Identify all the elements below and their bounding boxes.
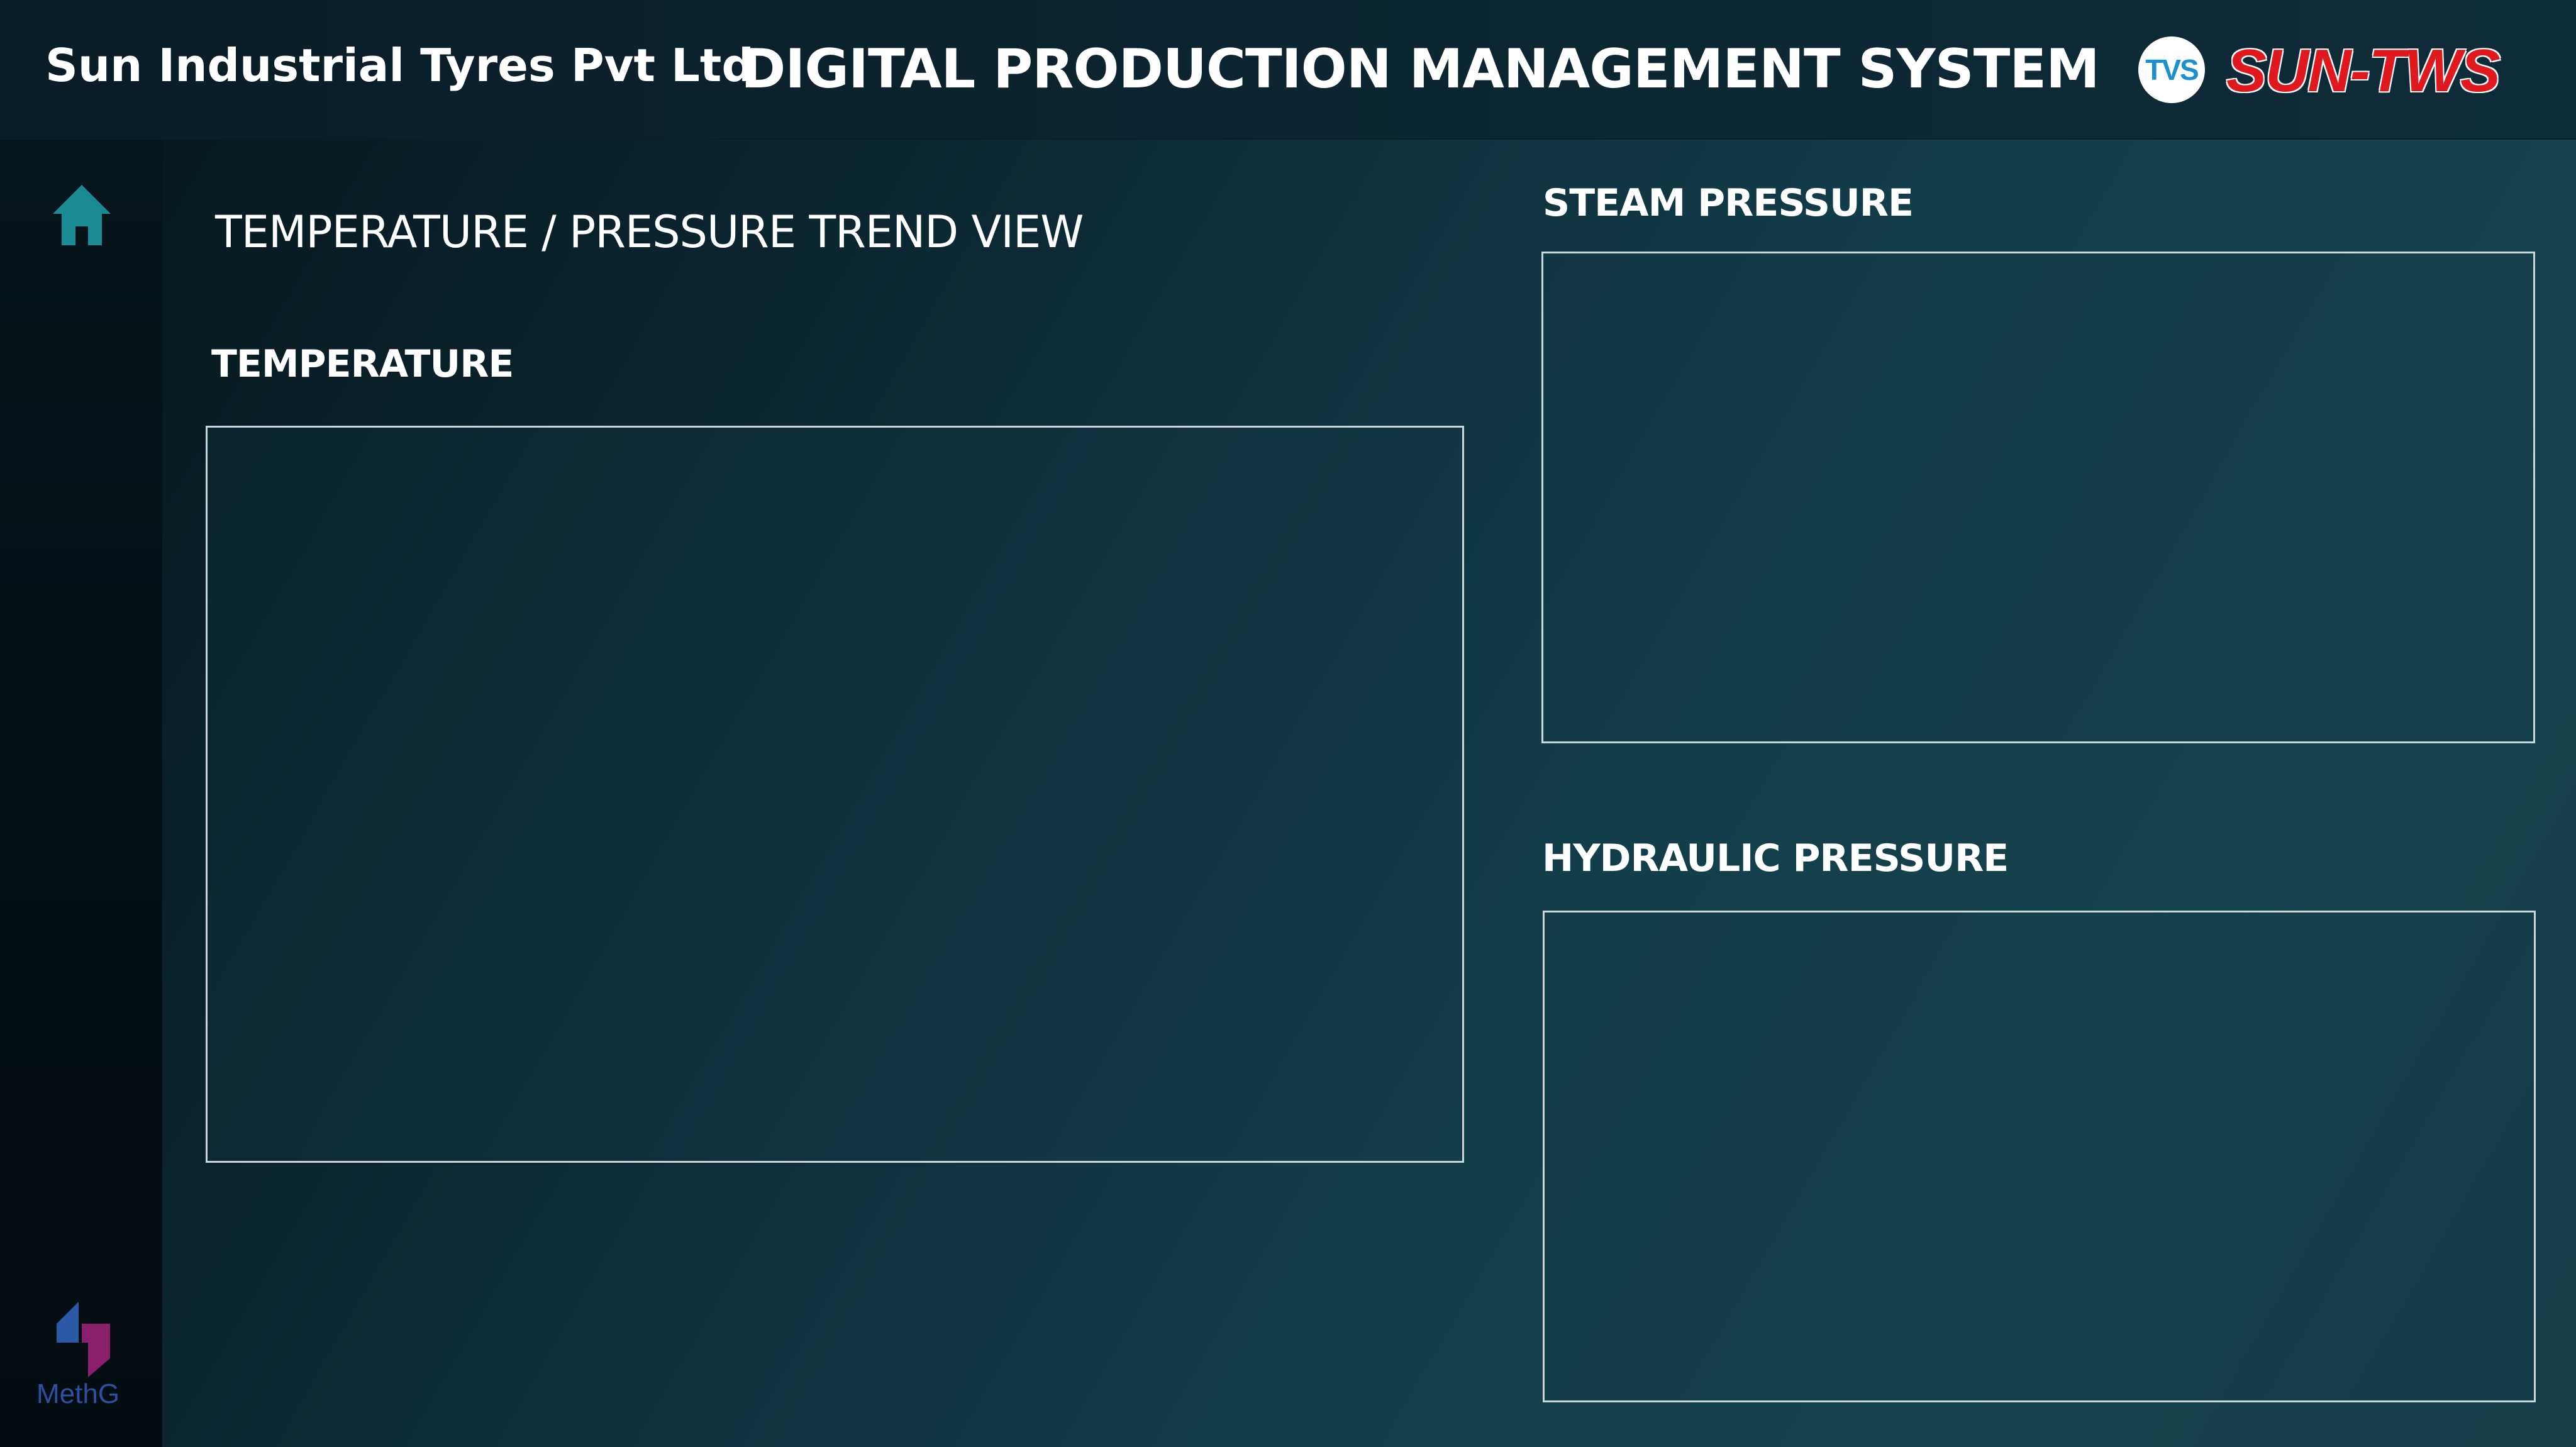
methg-logo-text: MethG [36,1378,120,1409]
app-header: Sun Industrial Tyres Pvt Ltd DIGITAL PRO… [0,0,2576,140]
methg-logo-mark [57,1302,110,1377]
temperature-label: TEMPERATURE [211,342,514,386]
tvs-logo: TVS [2138,36,2205,103]
sidebar [0,140,162,1447]
system-title: DIGITAL PRODUCTION MANAGEMENT SYSTEM [741,38,2100,101]
sun-tws-logo: SUN-TWS [2226,37,2501,104]
hydraulic-pressure-chart-panel [1543,911,2536,1402]
page-title: TEMPERATURE / PRESSURE TREND VIEW [215,206,1084,258]
methg-logo: MethG [31,1283,132,1421]
hydraulic-pressure-label: HYDRAULIC PRESSURE [1542,836,2009,880]
steam-pressure-chart-panel [1541,252,2535,743]
home-icon-graphic [53,185,111,245]
temperature-chart-panel [206,426,1464,1163]
company-name: Sun Industrial Tyres Pvt Ltd [45,39,754,92]
home-icon[interactable] [52,182,112,249]
steam-pressure-label: STEAM PRESSURE [1543,181,1914,225]
